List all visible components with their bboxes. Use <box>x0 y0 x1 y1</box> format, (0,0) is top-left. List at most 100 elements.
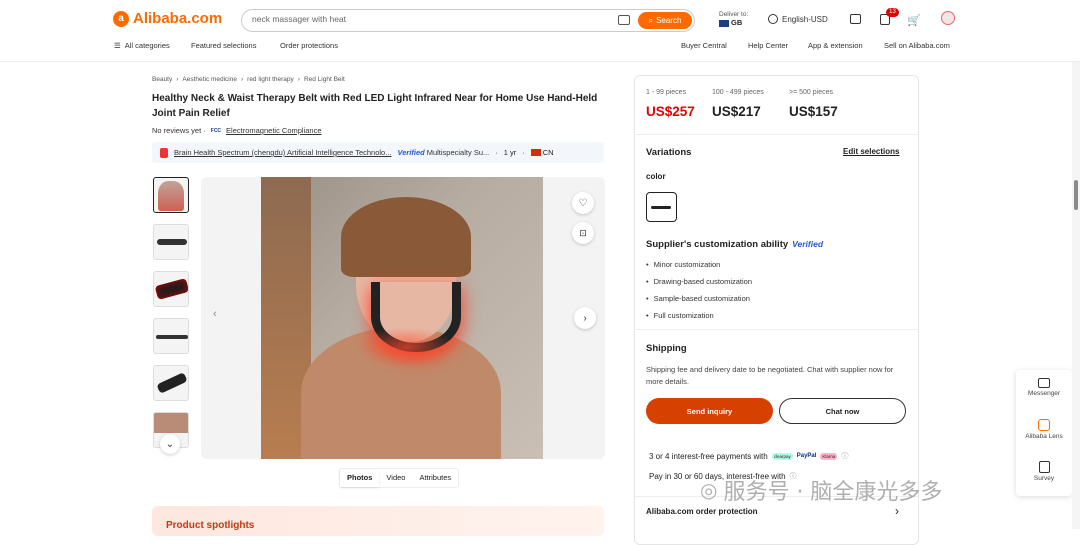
info-icon[interactable]: ⓘ <box>841 451 848 461</box>
chat-now-button[interactable]: Chat now <box>779 398 906 424</box>
menu-icon: ☰ <box>114 41 121 50</box>
installments-row: 3 or 4 interest-free payments with clear… <box>649 451 848 461</box>
reviews-row: No reviews yet · FCC Electromagnetic Com… <box>152 126 322 135</box>
nav-sell-on-alibaba[interactable]: Sell on Alibaba.com <box>884 41 950 50</box>
product-photo <box>261 177 543 459</box>
chevron-right-icon[interactable]: › <box>895 504 899 518</box>
tier-price: US$217 <box>712 104 761 119</box>
favorite-button[interactable]: ♡ <box>572 192 594 214</box>
supplier-years: 1 yr <box>503 148 517 157</box>
supplier-name-link[interactable]: Brain Health Spectrum (chengdu) Artifici… <box>174 148 391 157</box>
image-search-button[interactable]: ⊡ <box>572 222 594 244</box>
language-selector[interactable]: English-USD <box>768 14 828 24</box>
top-header: a Alibaba.com ⌕ Search Deliver to: GB En… <box>0 0 1080 62</box>
supplier-logo-icon <box>160 147 168 158</box>
page-scrollbar[interactable] <box>1072 62 1080 529</box>
shipping-heading: Shipping <box>646 343 687 354</box>
prev-image-button[interactable]: ‹ <box>213 308 217 320</box>
scrollbar-thumb[interactable] <box>1074 180 1078 210</box>
supplier-bar: Brain Health Spectrum (chengdu) Artifici… <box>152 142 604 163</box>
all-categories[interactable]: ☰ All categories <box>114 41 170 50</box>
alibaba-lens-button[interactable]: Alibaba Lens <box>1016 419 1072 440</box>
list-item: Sample-based customization <box>646 294 752 303</box>
tier-range: 100 - 499 pieces <box>712 89 764 96</box>
nav-order-protections[interactable]: Order protections <box>280 41 338 50</box>
compliance-link[interactable]: Electromagnetic Compliance <box>226 126 321 135</box>
color-swatch-black[interactable] <box>646 192 677 222</box>
order-protection-label[interactable]: Alibaba.com order protection <box>646 507 758 516</box>
edit-selections-link[interactable]: Edit selections <box>843 147 899 156</box>
search-button[interactable]: ⌕ Search <box>638 12 692 29</box>
tier-range: >= 500 pieces <box>789 89 833 96</box>
language-label: English-USD <box>782 14 828 24</box>
klarna-logo: Klarna <box>820 452 838 460</box>
verified-badge: Verified <box>792 239 824 249</box>
user-avatar[interactable] <box>941 11 955 25</box>
nav-featured-selections[interactable]: Featured selections <box>191 41 256 50</box>
customization-heading-text: Supplier's customization ability <box>646 239 789 250</box>
wechat-icon: ◎ <box>700 478 718 502</box>
messenger-label: Messenger <box>1027 390 1061 397</box>
main-product-image: ♡ ⊡ ‹ › <box>201 177 605 459</box>
list-item: Minor customization <box>646 260 752 269</box>
nav-buyer-central[interactable]: Buyer Central <box>681 41 727 50</box>
uk-flag-icon <box>719 19 729 27</box>
survey-button[interactable]: Survey <box>1016 461 1072 482</box>
tier-range: 1 - 99 pieces <box>646 89 687 96</box>
paypal-logo: PayPal <box>796 453 817 459</box>
china-flag-icon <box>530 149 541 156</box>
verified-badge: Verified <box>397 148 425 157</box>
thumbnails-scroll-down-button[interactable]: ⌄ <box>160 434 180 454</box>
variations-heading: Variations <box>646 147 692 158</box>
product-spotlights-section: Product spotlights <box>152 506 604 536</box>
breadcrumb: Beauty › Aesthetic medicine › red light th… <box>152 76 345 83</box>
supplier-country: CN <box>542 148 554 157</box>
shipping-text: Shipping fee and delivery date to be neg… <box>646 365 894 386</box>
tab-attributes[interactable]: Attributes <box>412 469 458 487</box>
media-tabs: Photos Video Attributes <box>339 468 460 488</box>
messages-icon[interactable] <box>850 14 861 24</box>
reviews-count: No reviews yet · <box>152 126 206 135</box>
send-inquiry-button[interactable]: Send inquiry <box>646 398 773 424</box>
deliver-to[interactable]: Deliver to: GB <box>719 11 748 27</box>
breadcrumb-item[interactable]: red light therapy <box>247 76 294 83</box>
logo-text: Alibaba.com <box>133 10 223 27</box>
breadcrumb-item[interactable]: Red Light Belt <box>304 76 345 83</box>
color-label: color <box>646 172 666 181</box>
deliver-to-label: Deliver to: <box>719 11 749 18</box>
breadcrumb-item[interactable]: Beauty <box>152 76 172 83</box>
nav-all-categories-label: All categories <box>124 41 170 50</box>
clearpay-logo: clearpay <box>771 452 793 460</box>
divider <box>635 329 918 330</box>
tab-video[interactable]: Video <box>379 469 412 487</box>
chat-bubble-icon <box>1038 378 1050 388</box>
thumbnail-1[interactable] <box>153 177 189 213</box>
scan-icon: ⊡ <box>579 227 587 238</box>
thumbnail-4[interactable] <box>153 318 189 354</box>
next-image-button[interactable]: › <box>574 307 596 329</box>
nav-app-extension[interactable]: App & extension <box>808 41 863 50</box>
deliver-to-country: GB <box>719 18 748 27</box>
heart-icon: ♡ <box>578 197 588 209</box>
chevron-left-icon: ‹ <box>213 308 217 320</box>
belt-swatch-icon <box>651 206 671 209</box>
customization-list: Minor customization Drawing-based custom… <box>646 260 752 328</box>
breadcrumb-item[interactable]: Aesthetic medicine <box>182 76 237 83</box>
image-search-icon[interactable] <box>618 15 630 25</box>
messenger-button[interactable]: Messenger <box>1016 378 1072 397</box>
list-item: Drawing-based customization <box>646 277 752 286</box>
search-input[interactable] <box>252 14 612 24</box>
alibaba-logo[interactable]: a Alibaba.com <box>113 10 222 27</box>
nav-help-center[interactable]: Help Center <box>748 41 788 50</box>
tier-price: US$157 <box>789 104 838 119</box>
tab-photos[interactable]: Photos <box>340 469 380 487</box>
thumbnail-3[interactable] <box>153 271 189 307</box>
chevron-right-icon: › <box>583 312 587 324</box>
cart-icon[interactable]: 🛒 <box>907 14 921 27</box>
thumbnail-2[interactable] <box>153 224 189 260</box>
search-icon: ⌕ <box>648 15 654 25</box>
customization-heading: Supplier's customization ability Verifie… <box>646 239 823 250</box>
thumbnail-5[interactable] <box>153 365 189 401</box>
divider <box>635 134 918 135</box>
list-item: Full customization <box>646 311 752 320</box>
